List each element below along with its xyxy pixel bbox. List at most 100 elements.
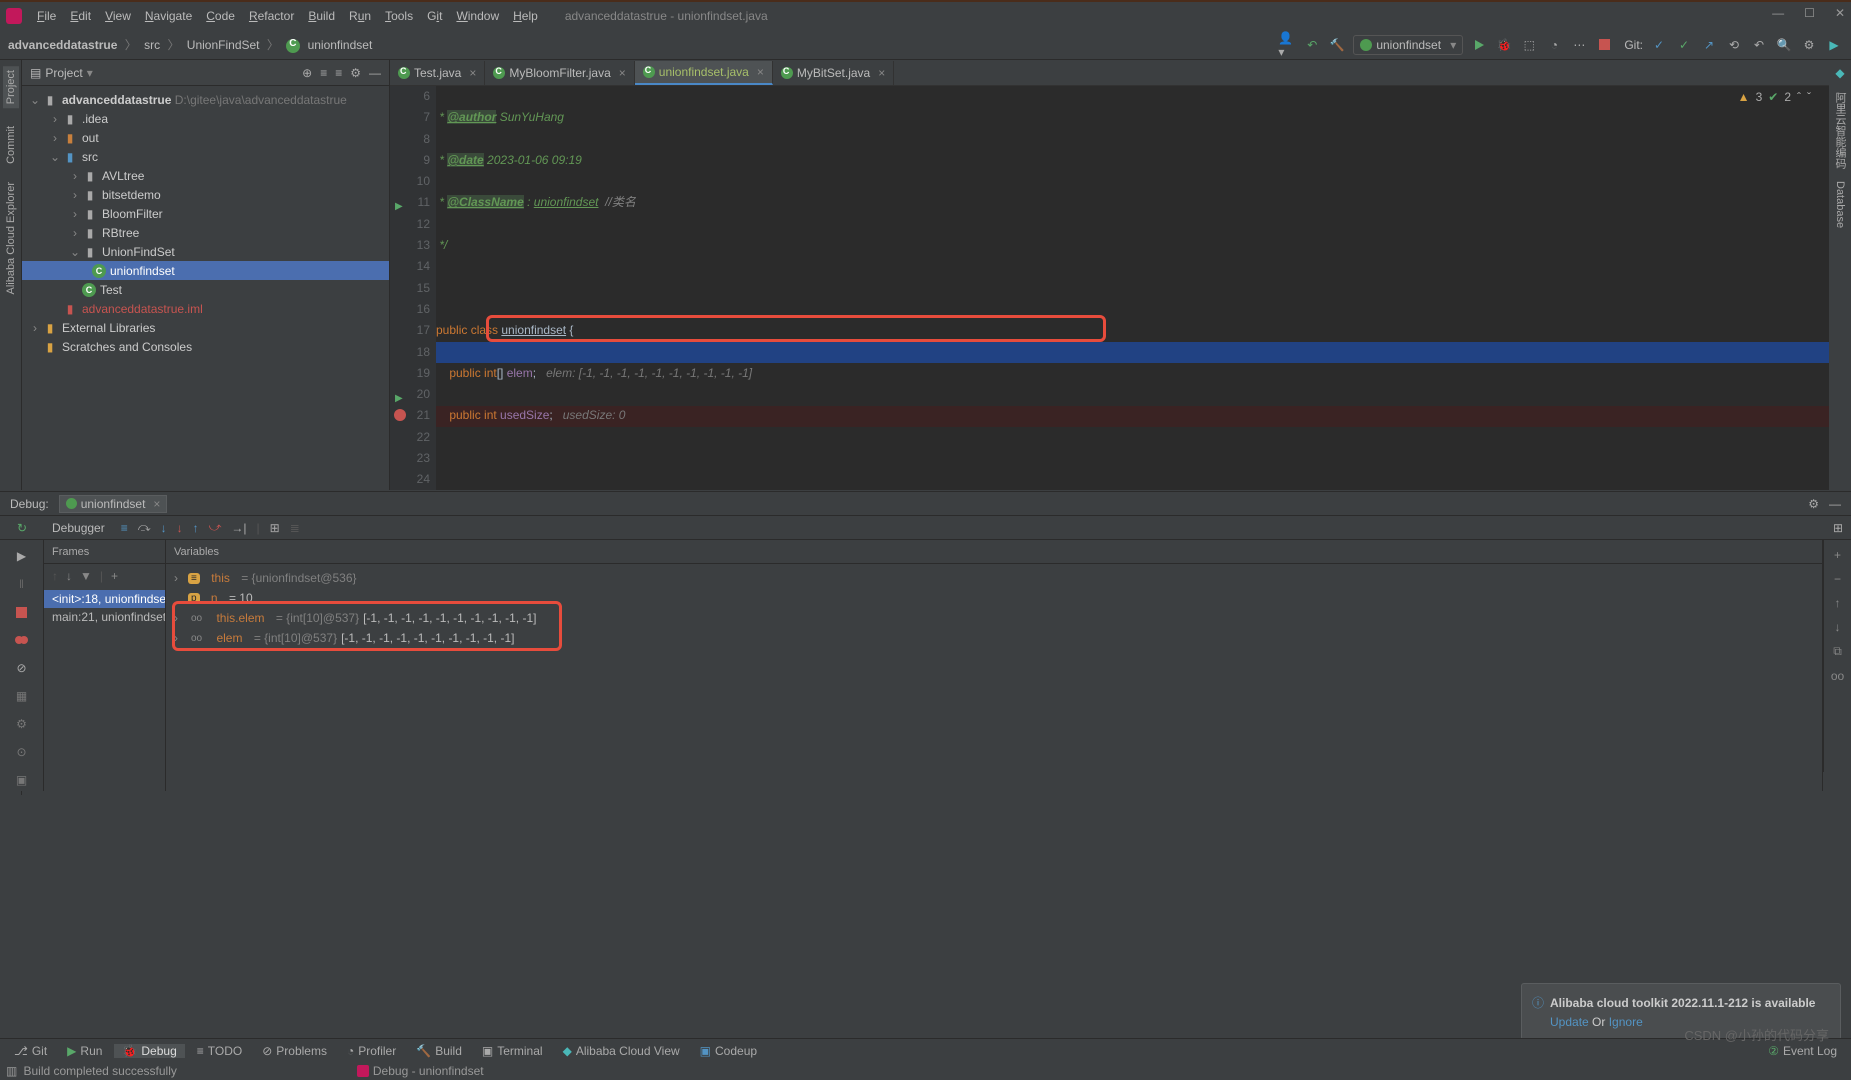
view-breakpoints-icon[interactable] bbox=[14, 632, 30, 648]
tree-bitset[interactable]: bitsetdemo bbox=[102, 188, 161, 202]
add-watch-icon[interactable]: + bbox=[1834, 548, 1841, 562]
breadcrumb-package[interactable]: UnionFindSet bbox=[187, 38, 260, 52]
menu-file[interactable]: File bbox=[30, 9, 63, 23]
notification-ignore-link[interactable]: Ignore bbox=[1609, 1015, 1643, 1029]
menu-navigate[interactable]: Navigate bbox=[138, 9, 199, 23]
tree-rb[interactable]: RBtree bbox=[102, 226, 139, 240]
more-actions-icon[interactable]: ⋯ bbox=[1570, 36, 1588, 54]
hammer-build-icon[interactable]: 🔨 bbox=[1328, 36, 1346, 54]
next-problem-icon[interactable]: ˇ bbox=[1807, 90, 1811, 104]
layout-settings-icon[interactable]: ⊞ bbox=[1833, 521, 1843, 535]
tree-out[interactable]: out bbox=[82, 131, 99, 145]
tree-src[interactable]: src bbox=[82, 150, 98, 164]
menu-help[interactable]: Help bbox=[506, 9, 545, 23]
minimize-icon[interactable]: — bbox=[1772, 6, 1784, 20]
stop-button[interactable] bbox=[1595, 36, 1613, 54]
expand-all-icon[interactable]: ≡ bbox=[320, 66, 327, 80]
prev-frame-icon[interactable]: ↑ bbox=[52, 569, 58, 583]
run-button[interactable] bbox=[1470, 36, 1488, 54]
watch-down-icon[interactable]: ↓ bbox=[1835, 620, 1841, 634]
trace-icon[interactable]: ≣ bbox=[290, 521, 300, 535]
alibaba-toolkit-icon[interactable]: ▶ bbox=[1825, 36, 1843, 54]
debug-settings-icon[interactable]: ⚙ bbox=[1808, 497, 1819, 511]
tw-debug[interactable]: 🐞Debug bbox=[114, 1044, 184, 1058]
git-push-icon[interactable]: ↗ bbox=[1700, 36, 1718, 54]
toolwindow-project[interactable]: Project bbox=[3, 66, 19, 108]
tree-iml[interactable]: advanceddatastrue.iml bbox=[82, 302, 203, 316]
toolwindow-alibaba-assist[interactable]: 阿里云智能编码 bbox=[1832, 92, 1848, 169]
debugger-tab[interactable]: Debugger bbox=[44, 519, 113, 537]
drop-frame-icon[interactable]: ⤻ bbox=[209, 520, 222, 535]
tree-project-root[interactable]: advanceddatastrue bbox=[62, 93, 171, 107]
collapse-all-icon[interactable]: ≡ bbox=[335, 66, 342, 80]
pause-button[interactable]: ‖ bbox=[14, 576, 30, 592]
search-everywhere-icon[interactable]: 🔍 bbox=[1775, 36, 1793, 54]
toolwindow-database[interactable]: Database bbox=[1834, 181, 1846, 228]
step-into-icon[interactable]: ↓ bbox=[161, 521, 167, 535]
stop-debug-button[interactable] bbox=[14, 604, 30, 620]
menu-code[interactable]: Code bbox=[199, 9, 242, 23]
tw-problems[interactable]: ⊘Problems bbox=[254, 1044, 335, 1058]
back-arrow-icon[interactable]: ↶ bbox=[1303, 36, 1321, 54]
git-rollback-icon[interactable]: ↶ bbox=[1750, 36, 1768, 54]
get-thread-dump-icon[interactable]: ▦ bbox=[14, 688, 30, 704]
tw-todo[interactable]: ≡TODO bbox=[189, 1044, 250, 1058]
toolwindow-commit[interactable]: Commit bbox=[5, 126, 17, 164]
tw-terminal[interactable]: ▣Terminal bbox=[474, 1044, 551, 1058]
menu-build[interactable]: Build bbox=[301, 9, 342, 23]
menu-git[interactable]: Git bbox=[420, 9, 449, 23]
menu-refactor[interactable]: Refactor bbox=[242, 9, 301, 23]
project-settings-icon[interactable]: ⚙ bbox=[350, 66, 361, 80]
hide-panel-icon[interactable]: — bbox=[369, 66, 381, 80]
step-over-icon[interactable]: ⤼ bbox=[138, 520, 151, 535]
tab-test[interactable]: Test.java× bbox=[390, 61, 485, 85]
rerun-icon[interactable]: ↻ bbox=[17, 521, 27, 535]
problems-summary[interactable]: ▲3 ✔2 ˆ ˇ bbox=[1738, 90, 1811, 104]
show-watches-icon[interactable]: oo bbox=[1831, 669, 1844, 683]
resume-button[interactable]: ▶ bbox=[14, 548, 30, 564]
status-tw-icon[interactable]: ▥ bbox=[6, 1064, 17, 1078]
git-update-icon[interactable]: ✓ bbox=[1650, 36, 1668, 54]
menu-view[interactable]: View bbox=[98, 9, 138, 23]
menu-edit[interactable]: Edit bbox=[63, 9, 98, 23]
watch-up-icon[interactable]: ↑ bbox=[1835, 596, 1841, 610]
run-config-select[interactable]: unionfindset ▾ bbox=[1353, 35, 1463, 55]
force-step-into-icon[interactable]: ↓ bbox=[177, 521, 183, 535]
tree-scratches[interactable]: Scratches and Consoles bbox=[62, 340, 192, 354]
breadcrumb-project[interactable]: advanceddatastrue bbox=[8, 38, 117, 52]
tw-alibaba-cloud[interactable]: ◆Alibaba Cloud View bbox=[555, 1044, 688, 1058]
evaluate-icon[interactable]: ⊞ bbox=[270, 521, 280, 535]
menu-window[interactable]: Window bbox=[449, 9, 506, 23]
editor-gutter[interactable]: 678910 11▶ 1213141516171819 20▶ 21 22232… bbox=[390, 86, 436, 490]
tree-bloom[interactable]: BloomFilter bbox=[102, 207, 163, 221]
add-user-icon[interactable]: 👤▾ bbox=[1278, 36, 1296, 54]
code-editor[interactable]: 678910 11▶ 1213141516171819 20▶ 21 22232… bbox=[390, 86, 1829, 490]
remove-watch-icon[interactable]: − bbox=[1834, 572, 1841, 586]
toolwindow-alibaba-explorer[interactable]: Alibaba Cloud Explorer bbox=[5, 182, 17, 295]
add-frame-icon[interactable]: + bbox=[111, 569, 118, 583]
git-commit-icon[interactable]: ✓ bbox=[1675, 36, 1693, 54]
tree-unionfindset[interactable]: unionfindset bbox=[110, 264, 175, 278]
tw-event-log[interactable]: ②Event Log bbox=[1760, 1044, 1845, 1058]
tab-mybitset[interactable]: MyBitSet.java× bbox=[773, 61, 894, 85]
profile-icon[interactable]: ◔ bbox=[1545, 36, 1563, 54]
close-icon[interactable]: ✕ bbox=[1835, 6, 1845, 20]
settings-icon[interactable]: ⚙ bbox=[1800, 36, 1818, 54]
debug-session-tab[interactable]: unionfindset× bbox=[59, 495, 168, 513]
select-opened-file-icon[interactable]: ⊕ bbox=[302, 66, 312, 80]
pin-tab-icon[interactable]: ⊙ bbox=[14, 744, 30, 760]
duplicate-watch-icon[interactable]: ⧉ bbox=[1833, 644, 1842, 659]
breadcrumb-src[interactable]: src bbox=[144, 38, 160, 52]
show-execution-point-icon[interactable]: ≡ bbox=[121, 521, 128, 535]
filter-frames-icon[interactable]: ▼ bbox=[80, 569, 92, 583]
next-frame-icon[interactable]: ↓ bbox=[66, 569, 72, 583]
tw-codeup[interactable]: ▣Codeup bbox=[692, 1044, 765, 1058]
git-history-icon[interactable]: ⟲ bbox=[1725, 36, 1743, 54]
hide-debug-panel-icon[interactable]: — bbox=[1829, 497, 1841, 511]
project-tree[interactable]: ⌄▮advanceddatastrue D:\gitee\java\advanc… bbox=[22, 86, 389, 360]
frame-row-1[interactable]: main:21, unionfindset bbox=[44, 608, 165, 626]
tw-run[interactable]: ▶Run bbox=[59, 1044, 110, 1058]
notification-update-link[interactable]: Update bbox=[1550, 1015, 1589, 1029]
run-to-cursor-icon[interactable]: →| bbox=[231, 521, 246, 535]
step-out-icon[interactable]: ↑ bbox=[193, 521, 199, 535]
